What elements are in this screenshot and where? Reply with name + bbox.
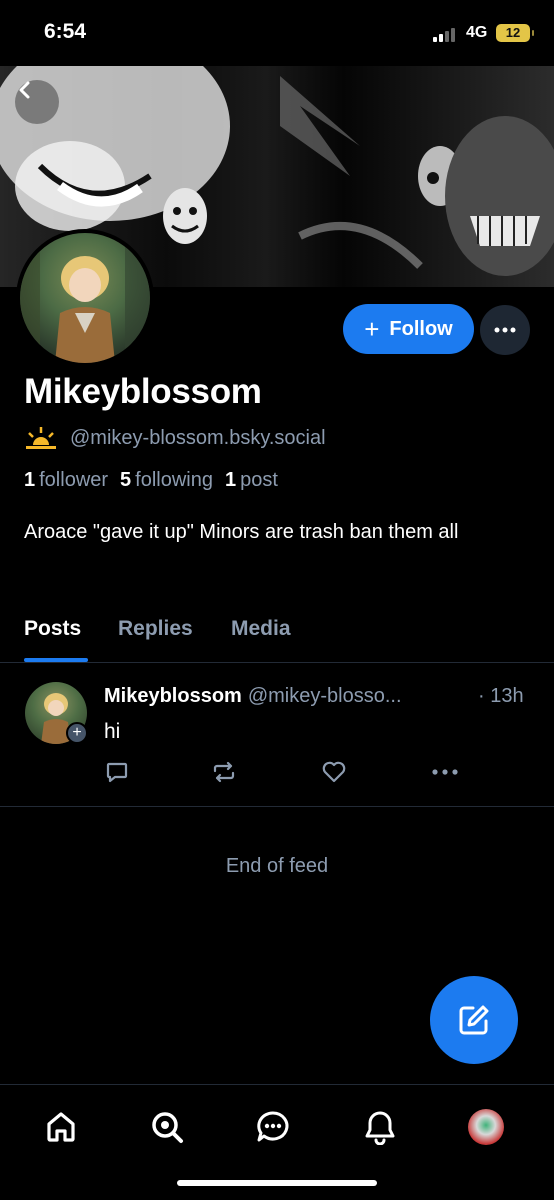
compose-button[interactable] bbox=[430, 976, 518, 1064]
follow-label: Follow bbox=[389, 317, 453, 340]
end-of-feed-label: End of feed bbox=[225, 855, 329, 877]
post-author-handle[interactable]: @mikey-blosso... bbox=[248, 685, 402, 707]
status-bar: 6:54 4G 12 bbox=[0, 0, 554, 66]
feed-post[interactable]: + Mikeyblossom @mikey-blosso... · 13h hi bbox=[0, 664, 554, 807]
search-icon bbox=[152, 1112, 183, 1143]
back-button[interactable] bbox=[15, 80, 59, 124]
profile-handle: @mikey-blossom.bsky.social bbox=[70, 426, 326, 449]
follow-button[interactable]: + Follow bbox=[343, 304, 474, 354]
like-button[interactable] bbox=[319, 760, 349, 784]
reply-button[interactable] bbox=[102, 760, 132, 784]
post-timestamp: · 13h bbox=[478, 685, 524, 707]
chat-icon bbox=[257, 1111, 289, 1142]
posts-stat: 1 post bbox=[225, 469, 278, 491]
follow-plus-icon[interactable]: + bbox=[66, 722, 88, 744]
nav-profile[interactable] bbox=[466, 1107, 506, 1147]
repost-button[interactable] bbox=[209, 760, 239, 784]
post-more-button[interactable] bbox=[430, 760, 460, 784]
bell-icon bbox=[365, 1111, 395, 1145]
avatar-artwork bbox=[20, 233, 150, 363]
more-options-button[interactable] bbox=[480, 305, 530, 355]
followers-stat[interactable]: 1 follower bbox=[24, 469, 108, 492]
post-text: hi bbox=[104, 720, 121, 743]
chevron-left-icon bbox=[19, 81, 30, 99]
battery-level: 12 bbox=[505, 25, 521, 40]
home-indicator bbox=[177, 1180, 377, 1186]
tab-posts[interactable]: Posts bbox=[24, 617, 81, 641]
sunrise-icon bbox=[26, 427, 56, 449]
profile-avatar[interactable] bbox=[16, 229, 154, 367]
signal-icon bbox=[433, 26, 461, 42]
plus-icon: + bbox=[364, 314, 380, 344]
ellipsis-icon bbox=[494, 327, 516, 333]
home-icon bbox=[47, 1112, 75, 1142]
status-time: 6:54 bbox=[44, 20, 87, 43]
handle-row: @mikey-blossom.bsky.social bbox=[24, 424, 326, 452]
like-icon bbox=[322, 761, 346, 783]
profile-avatar-icon bbox=[468, 1109, 504, 1145]
repost-icon bbox=[213, 761, 235, 783]
profile-bio: Aroace "gave it up" Minors are trash ban… bbox=[24, 521, 459, 543]
network-type: 4G bbox=[466, 24, 488, 41]
nav-notifications[interactable] bbox=[360, 1107, 400, 1147]
nav-search[interactable] bbox=[147, 1107, 187, 1147]
nav-home[interactable] bbox=[41, 1107, 81, 1147]
post-author-name[interactable]: Mikeyblossom bbox=[104, 685, 242, 707]
tab-media[interactable]: Media bbox=[231, 617, 291, 641]
tab-replies[interactable]: Replies bbox=[118, 617, 193, 641]
compose-icon bbox=[459, 1005, 489, 1035]
battery-icon: 12 bbox=[496, 24, 534, 42]
display-name: Mikeyblossom bbox=[24, 372, 262, 411]
more-icon bbox=[432, 769, 458, 775]
profile-tabs: Posts Replies Media bbox=[0, 605, 554, 663]
nav-chat[interactable] bbox=[253, 1107, 293, 1147]
active-tab-indicator bbox=[24, 658, 88, 662]
profile-stats: 1 follower 5 following 1 post bbox=[24, 469, 278, 492]
following-stat[interactable]: 5 following bbox=[120, 469, 213, 492]
reply-icon bbox=[106, 762, 128, 783]
post-header: Mikeyblossom @mikey-blosso... bbox=[104, 685, 534, 708]
